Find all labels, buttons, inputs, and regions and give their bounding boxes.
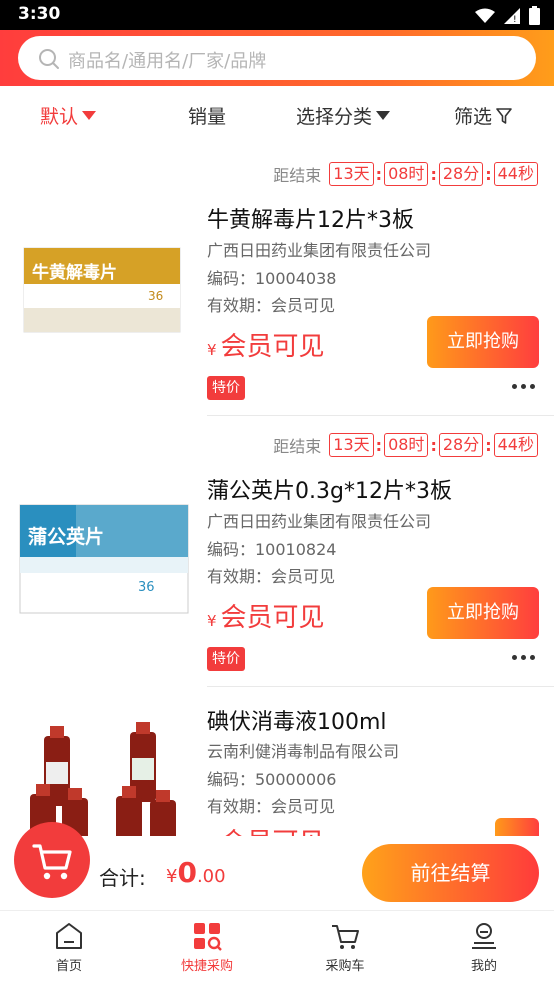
svg-text:!: ! — [513, 15, 517, 25]
countdown-seconds: 44秒 — [493, 162, 538, 186]
checkout-button[interactable]: 前往结算 — [362, 844, 539, 902]
countdown-minutes: 28分 — [438, 162, 484, 186]
status-bar: 3:30 ! — [0, 0, 554, 30]
divider — [207, 686, 554, 687]
product-maker: 广西日田药业集团有限责任公司 — [207, 512, 432, 531]
countdown-hours: 08时 — [384, 162, 429, 186]
more-icon[interactable] — [512, 655, 535, 660]
countdown-label: 距结束 — [273, 166, 322, 185]
filter-category-label: 选择分类 — [296, 106, 373, 128]
countdown-label: 距结束 — [273, 437, 322, 456]
shopping-cart-icon — [332, 925, 359, 949]
product-image[interactable]: 牛黄解毒片 36 — [18, 238, 186, 338]
cart-currency: ¥ — [166, 866, 178, 887]
home-icon — [56, 923, 82, 949]
product-card[interactable]: 碘伏消毒液100ml 云南利健消毒制品有限公司 编码：50000006 有效期：… — [0, 704, 554, 836]
cart-total-label: 合计: — [99, 866, 146, 890]
cart-total-value: ¥0.00 — [166, 856, 226, 889]
filter-bar: 默认 销量 选择分类 筛选 — [0, 86, 554, 142]
status-time: 3:30 — [18, 4, 61, 24]
product-price: ¥会员可见 — [207, 822, 325, 836]
product-validity: 有效期：会员可见 — [207, 797, 336, 816]
filter-sales-label: 销量 — [188, 106, 227, 128]
product-code: 编码：10010824 — [207, 540, 337, 559]
tab-profile[interactable]: 我的 — [439, 921, 529, 974]
add-to-cart-button[interactable] — [495, 818, 539, 836]
svg-text:36: 36 — [138, 580, 155, 595]
countdown-days: 13天 — [329, 433, 374, 457]
sort-down-icon — [82, 111, 97, 120]
user-icon — [472, 923, 496, 949]
tab-bar: 首页 快捷采购 采购车 我的 — [0, 910, 554, 984]
price-value: 会员可见 — [221, 828, 325, 836]
countdown-hours: 08时 — [384, 433, 429, 457]
product-code: 编码：50000006 — [207, 770, 337, 789]
tab-home[interactable]: 首页 — [24, 921, 114, 974]
countdown-days: 13天 — [329, 162, 374, 186]
search-icon — [39, 49, 59, 69]
search-input[interactable]: 商品名/通用名/厂家/品牌 — [18, 36, 536, 80]
signal-icon: ! — [504, 7, 520, 25]
tab-home-label: 首页 — [55, 959, 82, 974]
product-name[interactable]: 牛黄解毒片12片*3板 — [207, 202, 414, 234]
filter-screen[interactable]: 筛选 — [454, 102, 512, 129]
cart-total-integer: 0 — [177, 856, 197, 889]
search-placeholder: 商品名/通用名/厂家/品牌 — [68, 51, 267, 72]
countdown-seconds: 44秒 — [493, 433, 538, 457]
price-value: 会员可见 — [220, 603, 325, 633]
header: 商品名/通用名/厂家/品牌 — [0, 30, 554, 86]
cart-button[interactable] — [14, 822, 90, 898]
special-tag: 特价 — [207, 647, 245, 671]
quick-purchase-icon — [194, 923, 222, 951]
currency-symbol: ¥ — [207, 612, 217, 630]
product-validity: 有效期：会员可见 — [207, 296, 336, 315]
countdown-minutes: 28分 — [438, 433, 484, 457]
box-title: 蒲公英片 — [28, 525, 104, 548]
tab-quick-purchase[interactable]: 快捷采购 — [162, 921, 252, 974]
buy-now-button[interactable]: 立即抢购 — [427, 316, 539, 368]
cart-icon — [32, 844, 72, 880]
divider — [207, 415, 554, 416]
product-name[interactable]: 碘伏消毒液100ml — [207, 704, 387, 736]
product-code: 编码：10004038 — [207, 269, 337, 288]
more-icon[interactable] — [512, 384, 535, 389]
dropdown-icon — [376, 111, 391, 120]
product-maker: 广西日田药业集团有限责任公司 — [207, 241, 432, 260]
tab-profile-label: 我的 — [470, 959, 497, 974]
filter-default[interactable]: 默认 — [40, 102, 97, 129]
countdown: 距结束 13天: 08时: 28分: 44秒 — [273, 433, 538, 457]
wifi-icon — [475, 8, 495, 23]
battery-icon — [529, 6, 540, 25]
tab-quick-purchase-label: 快捷采购 — [180, 959, 233, 974]
product-price: ¥会员可见 — [207, 326, 325, 363]
countdown: 距结束 13天: 08时: 28分: 44秒 — [273, 162, 538, 186]
box-title: 牛黄解毒片 — [32, 262, 117, 283]
filter-sales[interactable]: 销量 — [188, 102, 226, 129]
status-icons: ! — [475, 6, 540, 25]
product-maker: 云南利健消毒制品有限公司 — [207, 742, 400, 761]
product-card[interactable]: 距结束 13天: 08时: 28分: 44秒 牛黄解毒片 36 牛黄解毒片12片… — [0, 162, 554, 434]
currency-symbol: ¥ — [207, 341, 217, 359]
funnel-icon — [496, 107, 512, 124]
price-value: 会员可见 — [220, 332, 325, 362]
tab-cart-label: 采购车 — [325, 959, 365, 974]
product-card[interactable]: 距结束 13天: 08时: 28分: 44秒 蒲公英片 36 蒲公英片0.3g*… — [0, 433, 554, 705]
svg-text:36: 36 — [148, 289, 163, 303]
buy-now-button[interactable]: 立即抢购 — [427, 587, 539, 639]
product-image[interactable]: 蒲公英片 36 — [16, 497, 192, 621]
special-tag: 特价 — [207, 376, 245, 400]
cart-total-decimal: .00 — [196, 866, 226, 887]
product-name[interactable]: 蒲公英片0.3g*12片*3板 — [207, 473, 452, 505]
filter-screen-label: 筛选 — [454, 106, 493, 128]
filter-default-label: 默认 — [40, 106, 79, 128]
product-price: ¥会员可见 — [207, 597, 325, 634]
filter-category[interactable]: 选择分类 — [296, 102, 391, 129]
tab-cart[interactable]: 采购车 — [300, 921, 390, 974]
product-validity: 有效期：会员可见 — [207, 567, 336, 586]
product-image[interactable] — [26, 718, 184, 836]
